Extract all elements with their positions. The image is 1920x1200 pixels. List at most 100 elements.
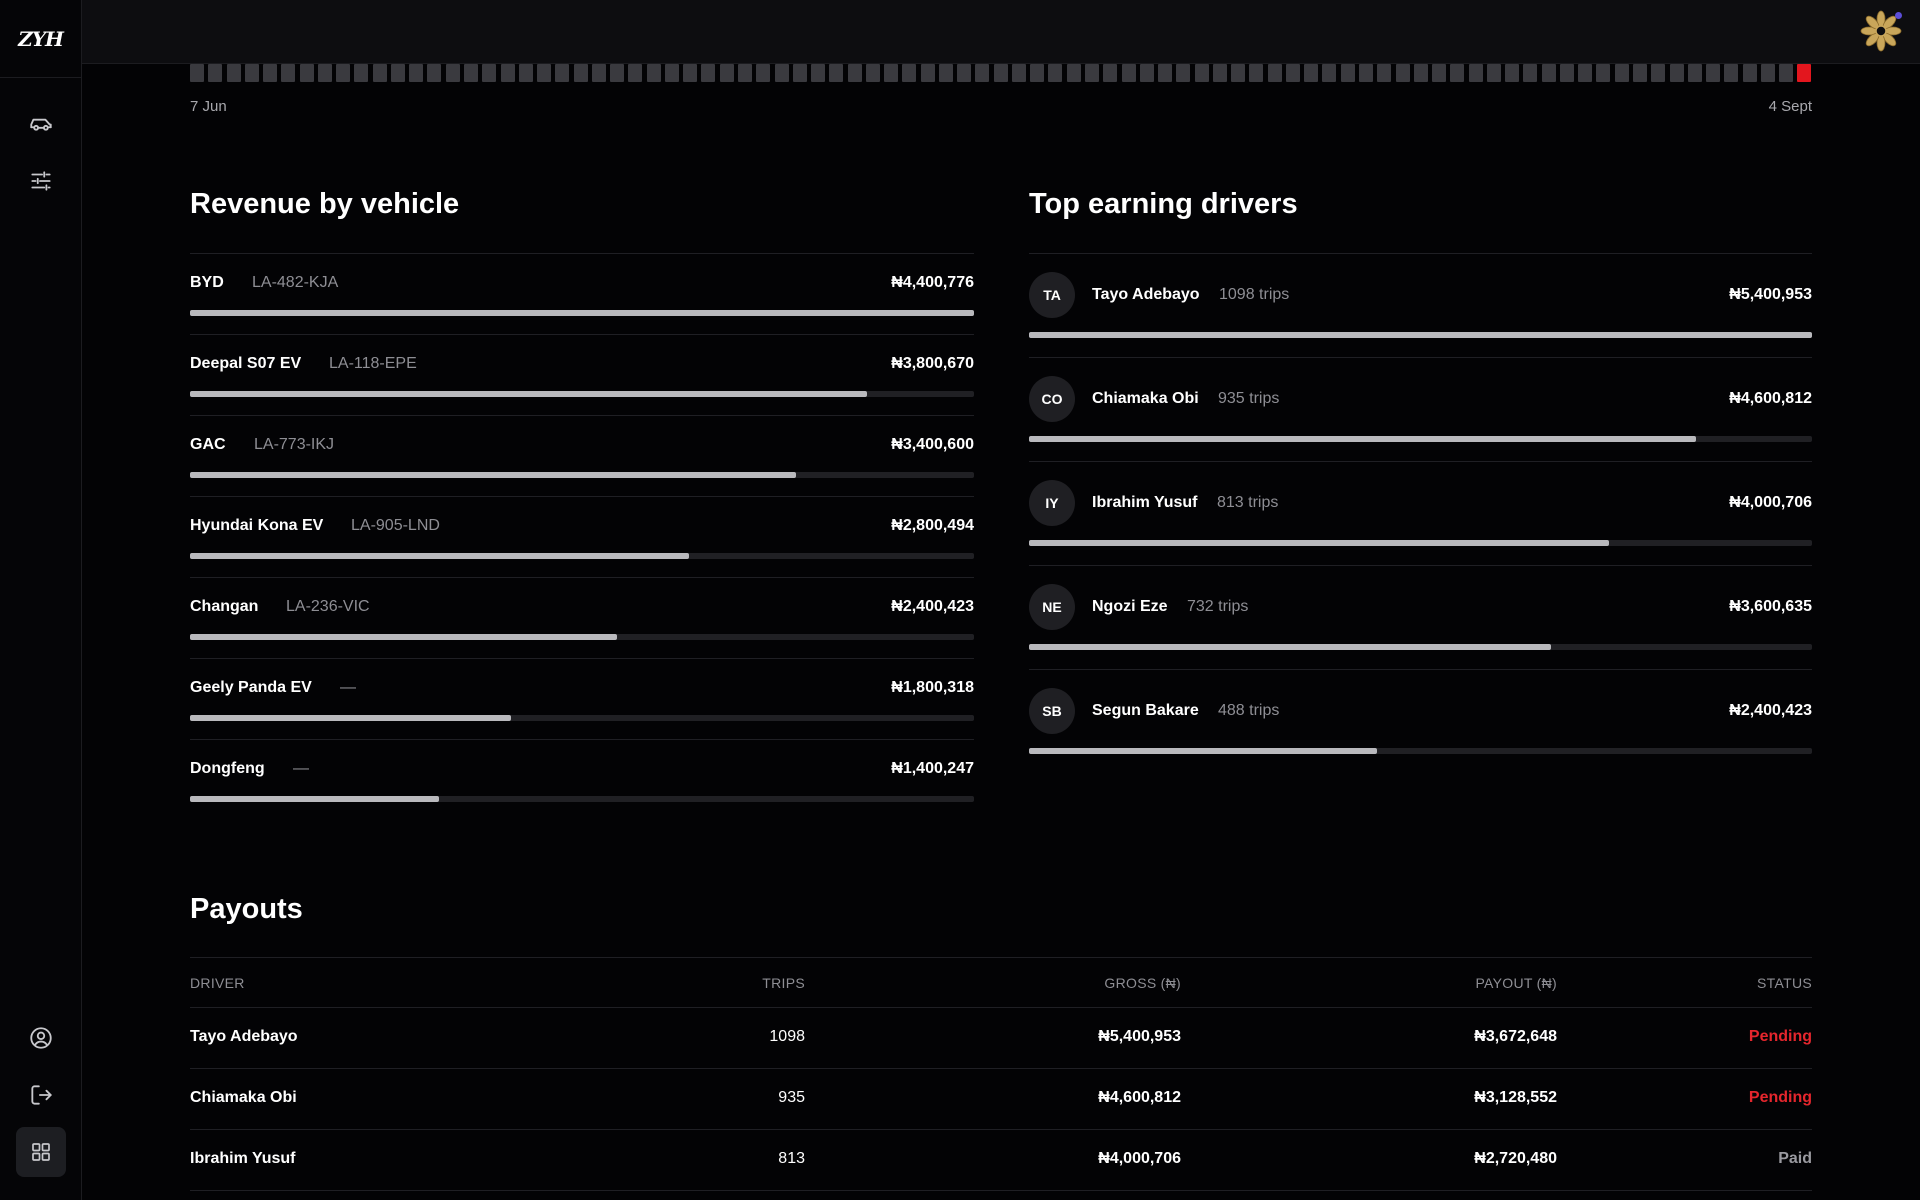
activity-cell[interactable] <box>1139 64 1154 82</box>
activity-cell[interactable] <box>1724 64 1739 82</box>
vehicle-row[interactable]: Changan LA-236-VIC ₦2,400,423 <box>190 577 974 658</box>
activity-cell[interactable] <box>1578 64 1593 82</box>
vehicle-row[interactable]: Geely Panda EV — ₦1,800,318 <box>190 658 974 739</box>
col-payout[interactable]: PAYOUT (₦) <box>1475 975 1557 991</box>
activity-cell[interactable] <box>1706 64 1721 82</box>
activity-cell[interactable] <box>537 64 552 82</box>
sidebar-item-dashboard[interactable] <box>16 1127 66 1177</box>
vehicle-row[interactable]: GAC LA-773-IKJ ₦3,400,600 <box>190 415 974 496</box>
activity-cell[interactable] <box>1432 64 1447 82</box>
activity-cell[interactable] <box>1669 64 1684 82</box>
activity-cell[interactable] <box>884 64 899 82</box>
activity-cell[interactable] <box>1103 64 1118 82</box>
vehicle-row[interactable]: Dongfeng — ₦1,400,247 <box>190 739 974 820</box>
activity-cell[interactable] <box>299 64 314 82</box>
activity-cell[interactable] <box>281 64 296 82</box>
sidebar-item-logout[interactable] <box>16 1070 66 1120</box>
activity-cell[interactable] <box>409 64 424 82</box>
activity-cell[interactable] <box>792 64 807 82</box>
activity-cell[interactable] <box>1304 64 1319 82</box>
activity-cell[interactable] <box>1322 64 1337 82</box>
driver-row[interactable]: TA Tayo Adebayo 1098 trips ₦5,400,953 <box>1029 253 1812 357</box>
activity-cell[interactable] <box>1559 64 1574 82</box>
activity-cell[interactable] <box>1066 64 1081 82</box>
activity-cell[interactable] <box>865 64 880 82</box>
activity-cell[interactable] <box>427 64 442 82</box>
activity-cell[interactable] <box>829 64 844 82</box>
activity-cell[interactable] <box>463 64 478 82</box>
activity-cell[interactable] <box>811 64 826 82</box>
activity-cell[interactable] <box>1760 64 1775 82</box>
activity-cell[interactable] <box>208 64 223 82</box>
activity-cell[interactable] <box>719 64 734 82</box>
activity-cell[interactable] <box>628 64 643 82</box>
activity-cell[interactable] <box>1779 64 1794 82</box>
activity-cell[interactable] <box>372 64 387 82</box>
activity-cell[interactable] <box>920 64 935 82</box>
activity-cell[interactable] <box>573 64 588 82</box>
driver-row[interactable]: IY Ibrahim Yusuf 813 trips ₦4,000,706 <box>1029 461 1812 565</box>
activity-cell[interactable] <box>847 64 862 82</box>
activity-cell[interactable] <box>610 64 625 82</box>
activity-cell[interactable] <box>1194 64 1209 82</box>
activity-cell[interactable] <box>1121 64 1136 82</box>
sidebar-item-profile[interactable] <box>16 1013 66 1063</box>
col-trips[interactable]: TRIPS <box>762 975 805 991</box>
col-driver[interactable]: DRIVER <box>190 975 245 991</box>
activity-cell[interactable] <box>1048 64 1063 82</box>
table-row[interactable]: Tayo Adebayo 1098 ₦5,400,953 ₦3,672,648 Pend… <box>190 1008 1812 1069</box>
activity-cell[interactable] <box>701 64 716 82</box>
activity-cell[interactable] <box>737 64 752 82</box>
vehicle-row[interactable]: BYD LA-482-KJA ₦4,400,776 <box>190 253 974 334</box>
activity-cell[interactable] <box>1742 64 1757 82</box>
activity-cell[interactable] <box>756 64 771 82</box>
activity-cell[interactable] <box>482 64 497 82</box>
activity-cell[interactable] <box>1085 64 1100 82</box>
activity-cell[interactable] <box>190 64 204 82</box>
logo[interactable]: ZYH <box>0 0 81 78</box>
activity-cell[interactable] <box>1249 64 1264 82</box>
col-gross[interactable]: GROSS (₦) <box>1104 975 1181 991</box>
activity-cell[interactable] <box>1395 64 1410 82</box>
driver-row[interactable]: CO Chiamaka Obi 935 trips ₦4,600,812 <box>1029 357 1812 461</box>
activity-cell-current[interactable] <box>1797 64 1812 82</box>
activity-cell[interactable] <box>1158 64 1173 82</box>
activity-cell[interactable] <box>957 64 972 82</box>
sidebar-item-vehicles[interactable] <box>16 99 66 149</box>
activity-cell[interactable] <box>902 64 917 82</box>
activity-cell[interactable] <box>591 64 606 82</box>
activity-cell[interactable] <box>263 64 278 82</box>
sidebar-item-settings[interactable] <box>16 156 66 206</box>
activity-cell[interactable] <box>938 64 953 82</box>
activity-cell[interactable] <box>226 64 241 82</box>
activity-cell[interactable] <box>1687 64 1702 82</box>
activity-cell[interactable] <box>244 64 259 82</box>
table-row[interactable]: Ibrahim Yusuf 813 ₦4,000,706 ₦2,720,480 Paid <box>190 1130 1812 1191</box>
activity-cell[interactable] <box>1267 64 1282 82</box>
activity-cell[interactable] <box>1030 64 1045 82</box>
activity-cell[interactable] <box>1541 64 1556 82</box>
activity-cell[interactable] <box>555 64 570 82</box>
activity-cell[interactable] <box>1614 64 1629 82</box>
col-status[interactable]: STATUS <box>1757 975 1812 991</box>
activity-cell[interactable] <box>1505 64 1520 82</box>
activity-cell[interactable] <box>1340 64 1355 82</box>
vehicle-row[interactable]: Hyundai Kona EV LA-905-LND ₦2,800,494 <box>190 496 974 577</box>
activity-cell[interactable] <box>1486 64 1501 82</box>
activity-cell[interactable] <box>1359 64 1373 82</box>
activity-cell[interactable] <box>774 64 789 82</box>
activity-cell[interactable] <box>1231 64 1246 82</box>
activity-cell[interactable] <box>1632 64 1647 82</box>
activity-cell[interactable] <box>1212 64 1227 82</box>
activity-cell[interactable] <box>1285 64 1300 82</box>
activity-cell[interactable] <box>975 64 990 82</box>
activity-cell[interactable] <box>1651 64 1666 82</box>
account-badge[interactable] <box>1858 8 1904 54</box>
activity-cell[interactable] <box>354 64 369 82</box>
activity-cell[interactable] <box>445 64 460 82</box>
activity-cell[interactable] <box>1450 64 1465 82</box>
activity-cell[interactable] <box>646 64 661 82</box>
activity-cell[interactable] <box>390 64 405 82</box>
activity-cell[interactable] <box>1523 64 1538 82</box>
activity-cell[interactable] <box>1011 64 1026 82</box>
